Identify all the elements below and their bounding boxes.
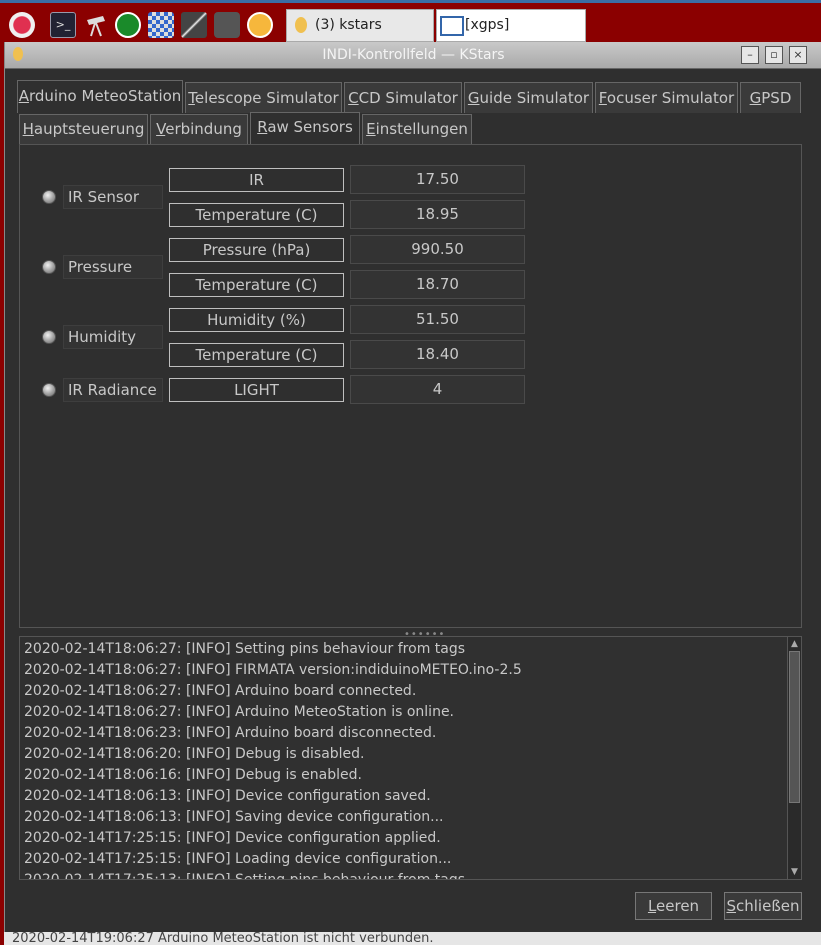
pressure-status-led — [42, 260, 56, 274]
log-line: 2020-02-14T18:06:16: [INFO] Debug is ena… — [24, 767, 362, 783]
log-line: 2020-02-14T18:06:27: [INFO] Setting pins… — [24, 641, 466, 657]
light-label: LIGHT — [169, 378, 344, 402]
ir-sensor-label: IR Sensor — [63, 185, 163, 209]
tab-telescope-simulator[interactable]: Telescope Simulator — [185, 82, 342, 113]
tab-guide-simulator[interactable]: Guide Simulator — [464, 82, 593, 113]
close-window-button[interactable]: × — [789, 46, 807, 64]
scroll-up-icon[interactable]: ▲ — [789, 638, 800, 650]
terminal-icon[interactable]: >_ — [50, 12, 76, 38]
humidity-temperature-label: Temperature (C) — [169, 343, 344, 367]
pressure-label: Pressure — [63, 255, 163, 279]
chessboard-icon[interactable] — [148, 12, 174, 38]
telescope-icon[interactable] — [83, 12, 109, 38]
tab-einstellungen[interactable]: Einstellungen — [362, 114, 472, 144]
log-line: 2020-02-14T18:06:23: [INFO] Arduino boar… — [24, 725, 437, 741]
log-line: 2020-02-14T18:06:27: [INFO] Arduino boar… — [24, 683, 417, 699]
log-scrollbar[interactable]: ▲ ▼ — [787, 637, 801, 879]
log-line: 2020-02-14T18:06:13: [INFO] Saving devic… — [24, 809, 444, 825]
humidity-status-led — [42, 330, 56, 344]
log-line: 2020-02-14T17:25:15: [INFO] Device confi… — [24, 830, 441, 846]
clear-button[interactable]: Leeren — [635, 892, 712, 920]
scroll-thumb[interactable] — [789, 651, 800, 803]
indi-icon[interactable] — [115, 12, 141, 38]
ir-radiance-status-led — [42, 383, 56, 397]
task-kstars-label: (3) kstars — [315, 17, 382, 33]
window-title: INDI-Kontrollfeld — KStars — [322, 47, 505, 63]
log-line: 2020-02-14T18:06:13: [INFO] Device confi… — [24, 788, 431, 804]
tab-arduino-meteostation[interactable]: Arduino MeteoStation — [17, 80, 183, 113]
sun-icon[interactable] — [247, 12, 273, 38]
humidity-label: Humidity — [63, 325, 163, 349]
camera-icon[interactable] — [214, 12, 240, 38]
tab-hauptsteuerung[interactable]: Hauptsteuerung — [19, 114, 148, 144]
ir-temperature-label: Temperature (C) — [169, 203, 344, 227]
ir-temperature-value: 18.95 — [350, 200, 525, 229]
task-xgps-label: [xgps] — [465, 17, 510, 33]
taskbar: >_ (3) kstars [xgps] — [0, 0, 821, 42]
status-bar: 2020-02-14T19:06:27 Arduino MeteoStation… — [4, 932, 821, 945]
log-line: 2020-02-14T18:06:27: [INFO] Arduino Mete… — [24, 704, 455, 720]
tab-gpsd[interactable]: GPSD — [740, 82, 801, 113]
pressure-hpa-value: 990.50 — [350, 235, 525, 264]
log-line: 2020-02-14T17:25:13: [INFO] Setting pins… — [24, 872, 466, 880]
ir-sensor-status-led — [42, 190, 56, 204]
log-line: 2020-02-14T18:06:27: [INFO] FIRMATA vers… — [24, 662, 522, 678]
maximize-button[interactable]: ▫ — [765, 46, 783, 64]
tilt-icon[interactable] — [181, 12, 207, 38]
titlebar[interactable]: INDI-Kontrollfeld — KStars – ▫ × — [5, 42, 821, 69]
humidity-temperature-value: 18.40 — [350, 340, 525, 369]
message-log[interactable]: 2020-02-14T18:06:27: [INFO] Setting pins… — [19, 636, 802, 880]
pressure-temperature-value: 18.70 — [350, 270, 525, 299]
light-value: 4 — [350, 375, 525, 404]
tab-raw-sensors[interactable]: Raw Sensors — [250, 112, 360, 144]
ir-radiance-label: IR Radiance — [63, 378, 163, 402]
humidity-percent-label: Humidity (%) — [169, 308, 344, 332]
minimize-button[interactable]: – — [741, 46, 759, 64]
kstars-icon — [295, 17, 307, 33]
panel-splitter[interactable]: •••••• — [19, 628, 802, 640]
task-xgps[interactable]: [xgps] — [436, 9, 586, 42]
log-line: 2020-02-14T18:06:20: [INFO] Debug is dis… — [24, 746, 365, 762]
ir-label: IR — [169, 168, 344, 192]
tab-focuser-simulator[interactable]: Focuser Simulator — [595, 82, 738, 113]
tab-ccd-simulator[interactable]: CCD Simulator — [344, 82, 462, 113]
pressure-temperature-label: Temperature (C) — [169, 273, 344, 297]
task-kstars[interactable]: (3) kstars — [286, 9, 434, 42]
raw-sensors-panel: IR Sensor IR 17.50 Temperature (C) 18.95… — [19, 144, 802, 628]
log-line: 2020-02-14T17:25:15: [INFO] Loading devi… — [24, 851, 452, 867]
scroll-down-icon[interactable]: ▼ — [789, 866, 800, 878]
raspberry-icon[interactable] — [9, 12, 35, 38]
humidity-percent-value: 51.50 — [350, 305, 525, 334]
indi-control-panel-window: INDI-Kontrollfeld — KStars – ▫ × Arduino… — [4, 42, 821, 945]
close-button[interactable]: Schließen — [724, 892, 802, 920]
pressure-hpa-label: Pressure (hPa) — [169, 238, 344, 262]
tab-verbindung[interactable]: Verbindung — [150, 114, 248, 144]
ir-value: 17.50 — [350, 165, 525, 194]
window-icon — [440, 16, 464, 36]
